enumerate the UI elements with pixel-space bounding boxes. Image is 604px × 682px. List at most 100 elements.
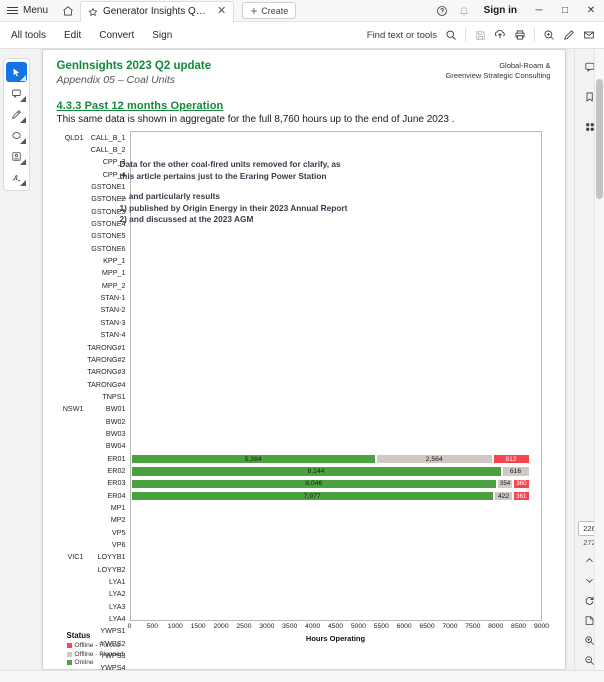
hamburger-icon: [7, 7, 18, 14]
document-tab[interactable]: Generator Insights Qua... ✕: [80, 0, 235, 22]
x-tick-label: 6000: [396, 623, 412, 630]
legend-title: Status: [66, 631, 91, 640]
sign-in-button[interactable]: Sign in: [475, 5, 526, 16]
minimize-button[interactable]: ─: [526, 0, 552, 21]
plus-icon: [251, 7, 258, 14]
unit-label: BW02: [105, 416, 126, 426]
chart-category-row: QLD1 CALL_B_1: [57, 131, 130, 143]
select-cursor-tool[interactable]: [6, 62, 27, 82]
chart-bar-row: [130, 416, 541, 428]
vertical-scrollbar[interactable]: [594, 49, 604, 670]
unit-label: STAN-4: [100, 330, 126, 340]
chart-bar-row: [130, 132, 541, 144]
unit-label: TARONG#4: [87, 379, 126, 389]
unit-label: LYA2: [108, 589, 126, 599]
unit-label: STAN-3: [100, 317, 126, 327]
chart-category-row: TARONG#4: [57, 378, 130, 390]
add-stamp-tool[interactable]: [6, 146, 27, 166]
document-scroll-area[interactable]: GenInsights 2023 Q2 update Appendix 05 –…: [33, 49, 574, 670]
add-comment-button[interactable]: [539, 22, 559, 48]
unit-label: BW01: [105, 404, 126, 414]
chart-bar-row: [130, 243, 541, 255]
unit-label: LOYYB1: [97, 552, 126, 562]
bar-segment-online: [130, 305, 134, 317]
bar-segment-planned: 422: [493, 490, 514, 502]
pencil-icon: [564, 30, 574, 40]
annotation-line-4: 1) published by Origin Energy in their 2…: [119, 202, 348, 213]
x-tick-label: 8000: [488, 623, 504, 630]
x-tick-label: 3500: [282, 623, 298, 630]
bar-segment-online: [130, 416, 134, 428]
bar-segment-online: [130, 429, 134, 440]
close-tab-button[interactable]: ✕: [216, 6, 227, 17]
menu-all-tools[interactable]: All tools: [0, 22, 55, 48]
home-button[interactable]: [56, 0, 80, 21]
bar-segment-online: [130, 244, 134, 255]
pdf-page: GenInsights 2023 Q2 update Appendix 05 –…: [41, 49, 566, 670]
print-button[interactable]: [510, 22, 530, 48]
close-window-button[interactable]: ✕: [578, 0, 604, 21]
chart-bar-row: [130, 305, 541, 317]
chart-category-row: MP1: [57, 501, 130, 513]
chart-category-row: TARONG#1: [57, 341, 130, 353]
edit-pen-button[interactable]: [559, 22, 579, 48]
unit-label: LYA3: [108, 601, 126, 611]
unit-label: MPP_2: [101, 280, 126, 290]
bar-segment-online: 5,384: [130, 453, 376, 465]
toolbar-right: Find text or tools: [367, 22, 604, 48]
add-comment-tool[interactable]: [6, 83, 27, 103]
chart-bar-row: 8,046354360354360: [130, 478, 541, 490]
bar-segment-online: [130, 342, 134, 354]
x-tick-label: 9000: [533, 623, 550, 630]
left-tool-rail: [0, 49, 33, 670]
search-button[interactable]: [441, 22, 461, 48]
chart-category-row: MPP_1: [57, 267, 130, 279]
chart-bar-row: [130, 391, 541, 403]
chart-bar-row: [130, 280, 541, 292]
unit-label: GSTONE5: [91, 231, 126, 241]
star-icon: [88, 7, 98, 16]
menu-edit[interactable]: Edit: [55, 22, 90, 48]
mail-button[interactable]: [579, 22, 599, 48]
unit-label: MP2: [110, 515, 126, 525]
chart-bar-row: [131, 564, 541, 576]
notifications-button[interactable]: [453, 0, 475, 21]
region-label: VIC1: [67, 552, 84, 562]
bar-segment-online: [130, 281, 134, 292]
menu-sign[interactable]: Sign: [143, 22, 181, 48]
highlight-oval-tool[interactable]: [6, 125, 27, 145]
chart-bar-row: [131, 515, 541, 527]
main-menu-label: Menu: [23, 5, 49, 16]
scrollbar-thumb[interactable]: [596, 79, 603, 199]
chart-bar-row: 7,977422361361: [130, 490, 541, 502]
draw-pen-tool[interactable]: [6, 104, 27, 124]
pdf-reader-window: Menu Generator Insights Qua... ✕ Create: [0, 0, 604, 682]
unit-label: LYA1: [108, 577, 126, 587]
share-button[interactable]: [490, 22, 510, 48]
menu-convert[interactable]: Convert: [90, 22, 143, 48]
bar-segment-online: [130, 318, 134, 329]
main-menu-button[interactable]: Menu: [0, 0, 56, 21]
add-signature-tool[interactable]: [6, 167, 27, 187]
chart-bar-row: [131, 576, 541, 588]
x-tick-label: 4000: [305, 623, 321, 630]
operation-hours-chart: QLD1 CALL_B_1 CALL_B_2 CPP_3 CPP_4 GSTONE1 GST…: [57, 131, 551, 670]
chart-category-row: STAN-1: [57, 291, 130, 303]
save-button[interactable]: [470, 22, 490, 48]
chart-category-row: BW02: [57, 415, 130, 427]
bar-segment-online: 8,144: [130, 466, 502, 477]
unit-label: ER04: [107, 490, 126, 500]
x-tick-label: 0: [127, 623, 132, 630]
create-button[interactable]: Create: [242, 2, 297, 19]
menu-toolbar: All tools Edit Convert Sign Find text or…: [0, 22, 604, 49]
help-button[interactable]: [431, 0, 453, 21]
bar-segment-online: [130, 367, 134, 378]
chart-bar-row: [131, 589, 541, 601]
chart-category-row: ER03: [57, 477, 130, 489]
organisation-credit: Global-Roam & Greenview Strategic Consul…: [445, 60, 550, 81]
x-tick-label: 7500: [465, 623, 481, 630]
maximize-button[interactable]: □: [552, 0, 578, 21]
region-label: NSW1: [62, 404, 84, 414]
unit-label: TARONG#3: [87, 367, 126, 377]
chart-bar-row: [131, 663, 541, 670]
